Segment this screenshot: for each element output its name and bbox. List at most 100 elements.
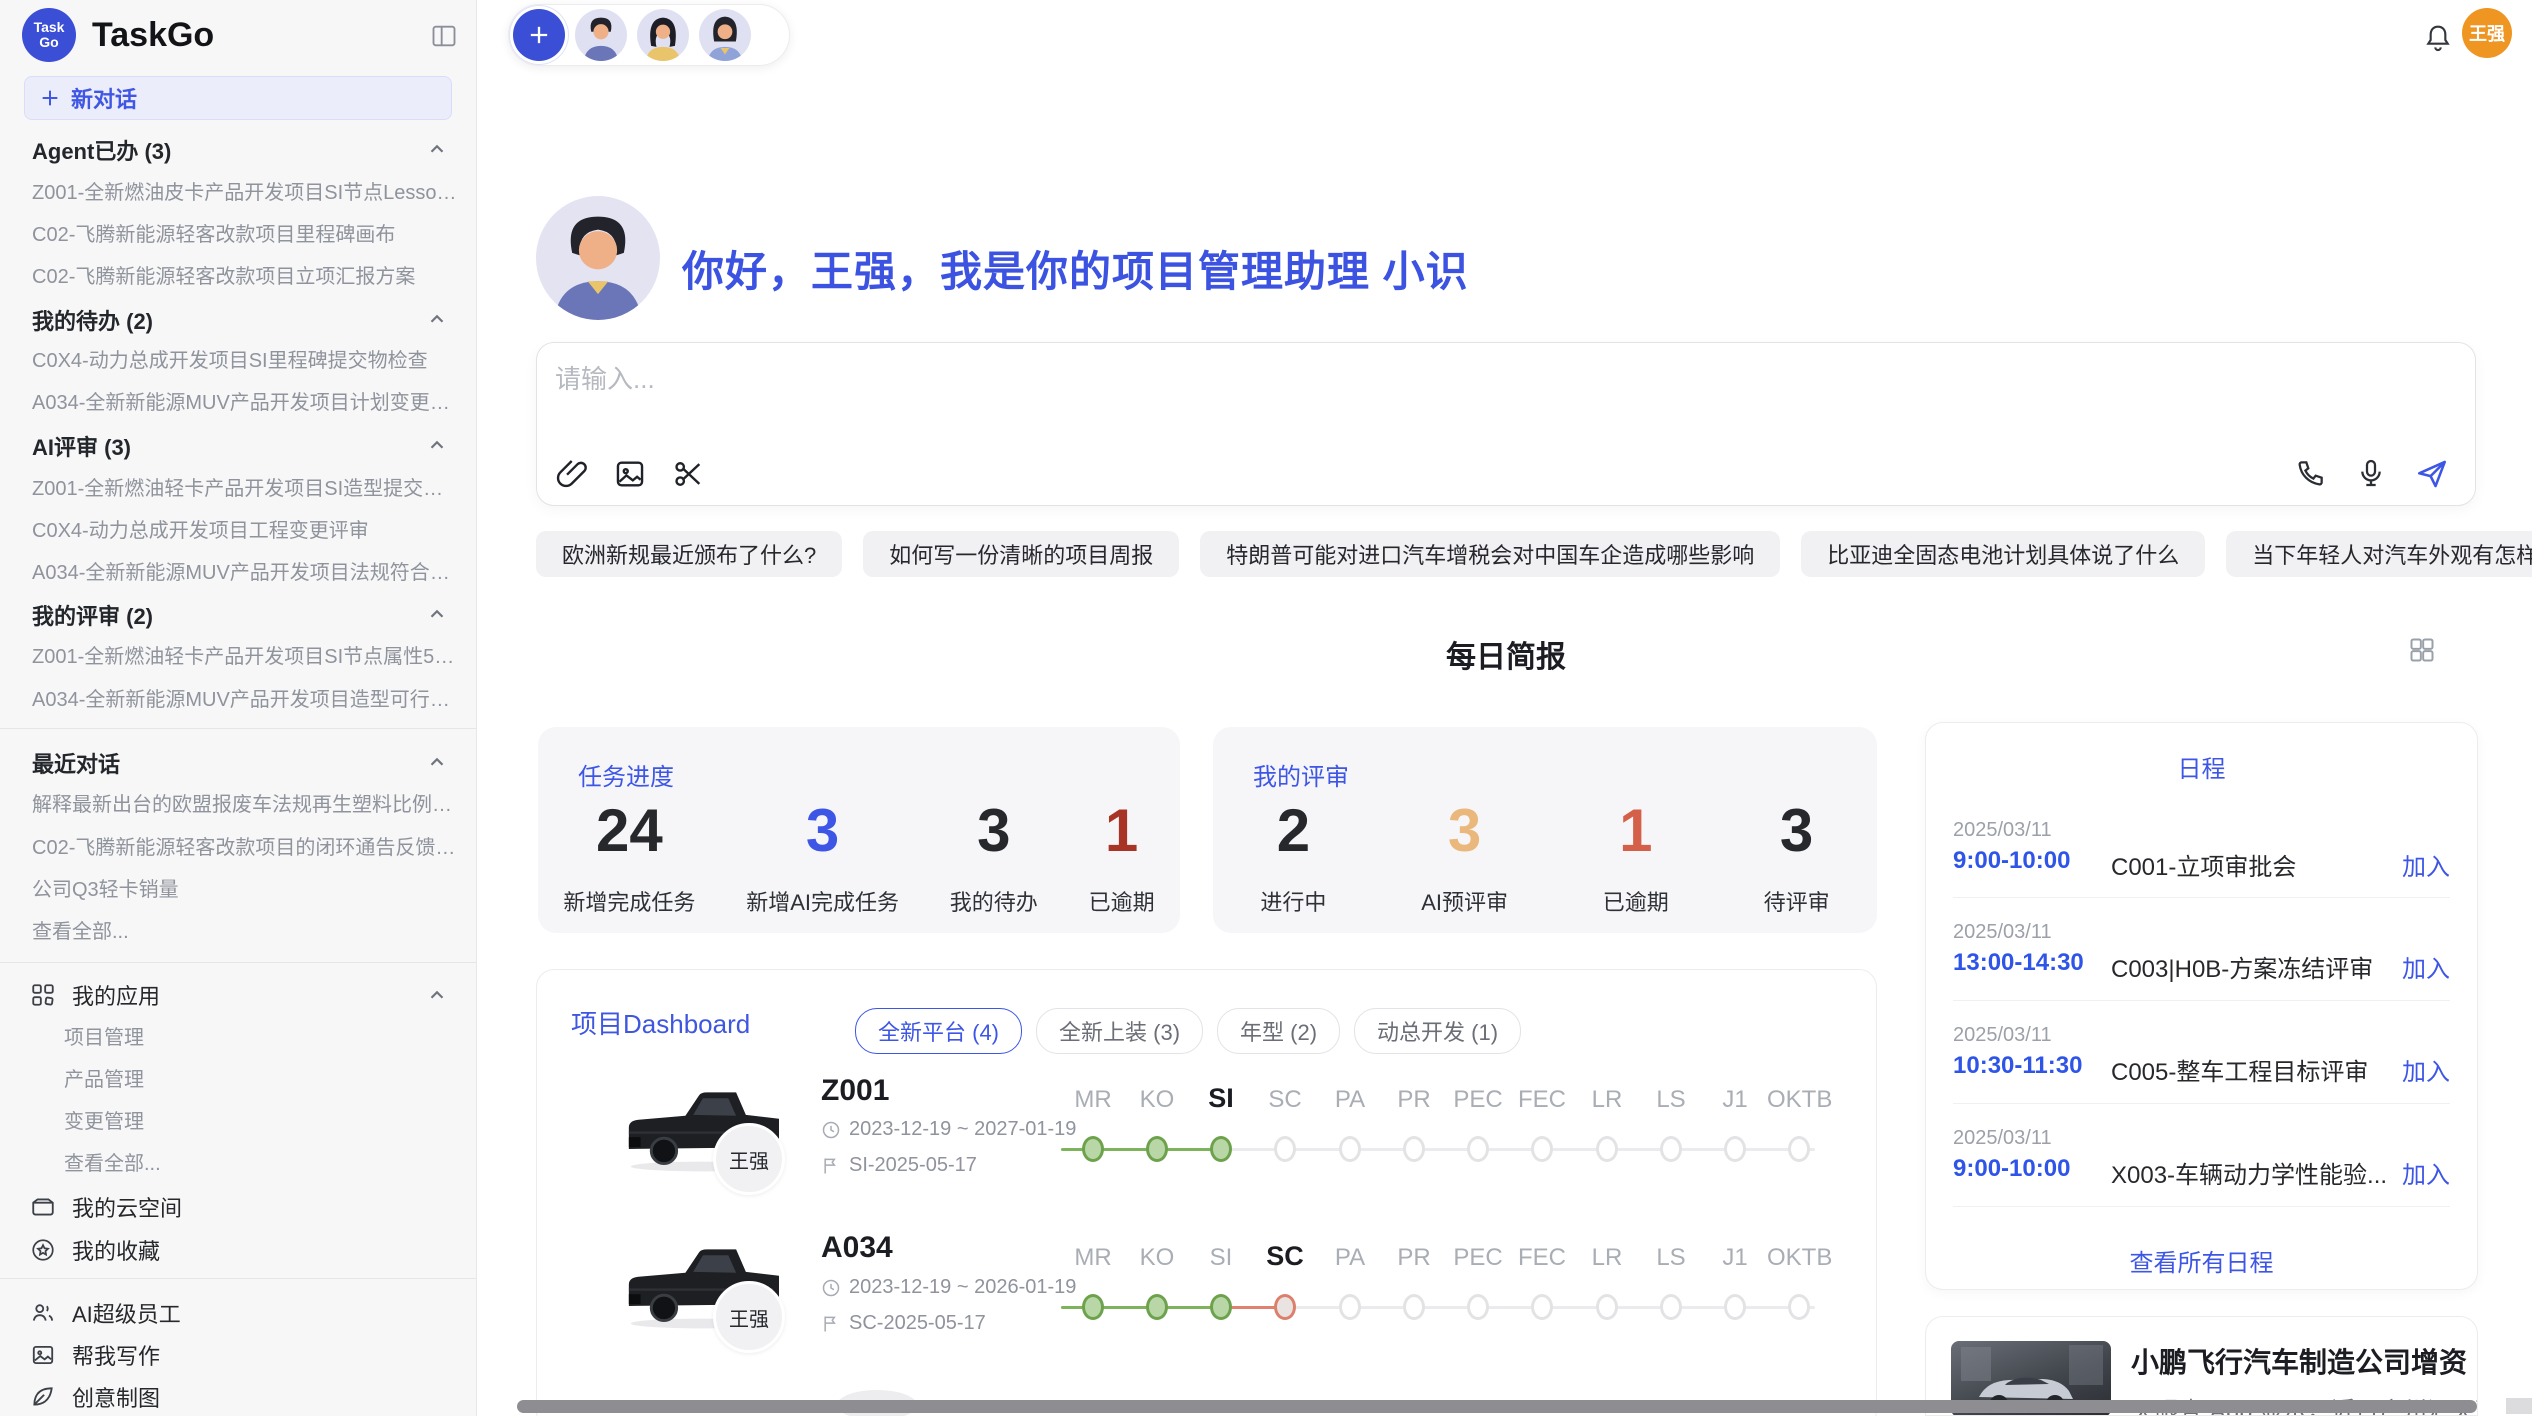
project-node: SI-2025-05-17 (821, 1154, 977, 1177)
sidebar-item[interactable]: Z001-全新燃油轻卡产品开发项目SI造型提交物评审 (32, 472, 458, 500)
section-ai-review[interactable]: AI评审 (3) (32, 430, 420, 460)
chevron-up-icon[interactable] (426, 984, 448, 1006)
flag-icon (821, 1314, 841, 1334)
phone-icon[interactable] (2295, 457, 2329, 491)
sidebar-item[interactable]: A034-全新新能源MUV产品开发项目造型可行性评审 (32, 683, 458, 711)
section-agent-done[interactable]: Agent已办 (3) (32, 134, 420, 164)
horizontal-scrollbar[interactable] (517, 1400, 2477, 1413)
milestone-dot (1403, 1294, 1425, 1320)
stat-review-overdue: 1 已逾期 (1603, 799, 1669, 917)
agent-avatar[interactable] (637, 9, 689, 61)
scrollbar-corner (2506, 1398, 2532, 1414)
scissors-icon[interactable] (671, 457, 705, 491)
image-icon (30, 1342, 56, 1368)
sidebar-item[interactable]: A034-全新新能源MUV产品开发项目计划变更表编写 (32, 386, 458, 414)
recent-chat-item[interactable]: 公司Q3轻卡销量 (32, 873, 458, 901)
recent-chats-view-all[interactable]: 查看全部... (32, 915, 458, 943)
ai-staff-label: AI超级员工 (72, 1297, 181, 1329)
suggestion-chip[interactable]: 如何写一份清晰的项目周报 (863, 531, 1179, 577)
sidebar-item-favorites[interactable]: 我的收藏 (30, 1234, 458, 1266)
stat-pending-review: 3待评审 (1764, 799, 1830, 917)
stat-label: 新增完成任务 (563, 885, 695, 917)
chevron-up-icon[interactable] (426, 138, 448, 160)
join-meeting-button[interactable]: 加入 (2402, 1155, 2450, 1190)
sidebar-item[interactable]: A034-全新新能源MUV产品开发项目法规符合性评审 (32, 556, 458, 584)
sidebar-item[interactable]: C0X4-动力总成开发项目工程变更评审 (32, 514, 458, 542)
add-conversation-button[interactable] (513, 9, 565, 61)
join-meeting-button[interactable]: 加入 (2402, 847, 2450, 882)
user-avatar[interactable]: 王强 (2462, 8, 2512, 58)
section-my-review[interactable]: 我的评审 (2) (32, 599, 420, 629)
milestone-dot-done (1210, 1136, 1232, 1162)
app-item-project-mgmt[interactable]: 项目管理 (64, 1021, 458, 1049)
join-meeting-button[interactable]: 加入 (2402, 1052, 2450, 1087)
section-my-todo[interactable]: 我的待办 (2) (32, 304, 420, 334)
milestone-label: FEC (1510, 1086, 1574, 1114)
sidebar-item[interactable]: C02-飞腾新能源轻客改款项目立项汇报方案 (32, 260, 458, 288)
owner-name: 王强 (729, 1145, 769, 1174)
sidebar-item[interactable]: Z001-全新燃油轻卡产品开发项目SI节点属性5D文件评审 (32, 640, 458, 668)
agent-avatar[interactable] (575, 9, 627, 61)
chevron-up-icon[interactable] (426, 434, 448, 456)
apps-view-all[interactable]: 查看全部... (64, 1147, 458, 1175)
recent-chat-item[interactable]: 解释最新出台的欧盟报废车法规再生塑料比例被调至15%... (32, 788, 458, 816)
image-upload-icon[interactable] (613, 457, 647, 491)
schedule-title: 日程 (1926, 749, 2477, 784)
notifications-bell-icon[interactable] (2422, 22, 2454, 54)
sidebar-item-my-apps[interactable]: 我的应用 (30, 979, 458, 1011)
divider (1953, 897, 2450, 898)
view-all-schedule-link[interactable]: 查看所有日程 (1926, 1243, 2477, 1278)
project-node: SC-2025-05-17 (821, 1312, 986, 1335)
filter-model-year[interactable]: 年型 (2) (1217, 1008, 1340, 1054)
new-chat-button[interactable]: 新对话 (24, 76, 452, 120)
chevron-up-icon[interactable] (426, 603, 448, 625)
suggestion-chip[interactable]: 特朗普可能对进口汽车增税会对中国车企造成哪些影响 (1200, 531, 1780, 577)
recent-chat-item[interactable]: C02-飞腾新能源轻客改款项目的闭环通告反馈情况 (32, 831, 458, 859)
divider (1953, 1103, 2450, 1104)
join-meeting-button[interactable]: 加入 (2402, 949, 2450, 984)
cloud-space-label: 我的云空间 (72, 1191, 182, 1223)
schedule-card: 日程 2025/03/11 9:00-10:00 C001-立项审批会 加入 2… (1925, 722, 2478, 1290)
microphone-icon[interactable] (2355, 457, 2389, 491)
chat-input-card (536, 342, 2476, 506)
sidebar-item-cloud-space[interactable]: 我的云空间 (30, 1191, 458, 1223)
stat-value: 1 (1619, 799, 1652, 863)
suggestion-chip[interactable]: 欧洲新规最近颁布了什么? (536, 531, 842, 577)
app-item-product-mgmt[interactable]: 产品管理 (64, 1063, 458, 1091)
project-owner-badge: 王强 (713, 1123, 785, 1195)
filter-powertrain[interactable]: 动总开发 (1) (1354, 1008, 1521, 1054)
suggestion-chip[interactable]: 比亚迪全固态电池计划具体说了什么 (1801, 531, 2205, 577)
milestone-label: MR (1061, 1244, 1125, 1272)
sidebar-item[interactable]: C0X4-动力总成开发项目SI里程碑提交物检查 (32, 344, 458, 372)
attachment-icon[interactable] (555, 457, 589, 491)
suggestion-chip[interactable]: 当下年轻人对汽车外观有怎样的喜好趋势 (2226, 531, 2532, 577)
sidebar-item-creative-draw[interactable]: 创意制图 (30, 1381, 458, 1413)
filter-all-platform[interactable]: 全新平台 (4) (855, 1008, 1022, 1054)
project-dates: 2023-12-19 ~ 2027-01-19 (821, 1118, 1076, 1141)
stat-value: 3 (806, 799, 839, 863)
my-review-title: 我的评审 (1253, 757, 1349, 792)
divider (1953, 1206, 2450, 1207)
filter-new-body[interactable]: 全新上装 (3) (1036, 1008, 1203, 1054)
send-icon[interactable] (2415, 457, 2449, 491)
my-review-card: 我的评审 2进行中 3AI预评审 1已逾期 3待评审 (1213, 727, 1877, 933)
sidebar-item-ai-staff[interactable]: AI超级员工 (30, 1297, 458, 1329)
sidebar-item[interactable]: C02-飞腾新能源轻客改款项目里程碑画布 (32, 218, 458, 246)
section-recent-chats[interactable]: 最近对话 (32, 747, 420, 777)
schedule-event-title: C001-立项审批会 (2111, 847, 2296, 882)
sidebar-item[interactable]: Z001-全新燃油皮卡产品开发项目SI节点Lesson Learn报告 (32, 176, 458, 204)
chat-input[interactable] (553, 357, 2257, 431)
app-item-change-mgmt[interactable]: 变更管理 (64, 1105, 458, 1133)
sidebar-collapse-icon[interactable] (430, 22, 458, 50)
milestone-label: LR (1575, 1244, 1639, 1272)
layout-grid-icon[interactable] (2408, 636, 2436, 664)
milestone-dot-done (1146, 1136, 1168, 1162)
sidebar-item-help-write[interactable]: 帮我写作 (30, 1339, 458, 1371)
chevron-up-icon[interactable] (426, 308, 448, 330)
chevron-up-icon[interactable] (426, 751, 448, 773)
plus-icon (39, 87, 61, 109)
milestone-label: LS (1639, 1086, 1703, 1114)
my-review-stats: 2进行中 3AI预评审 1已逾期 3待评审 (1213, 799, 1877, 917)
stat-label: 已逾期 (1603, 885, 1669, 917)
agent-avatar[interactable] (699, 9, 751, 61)
